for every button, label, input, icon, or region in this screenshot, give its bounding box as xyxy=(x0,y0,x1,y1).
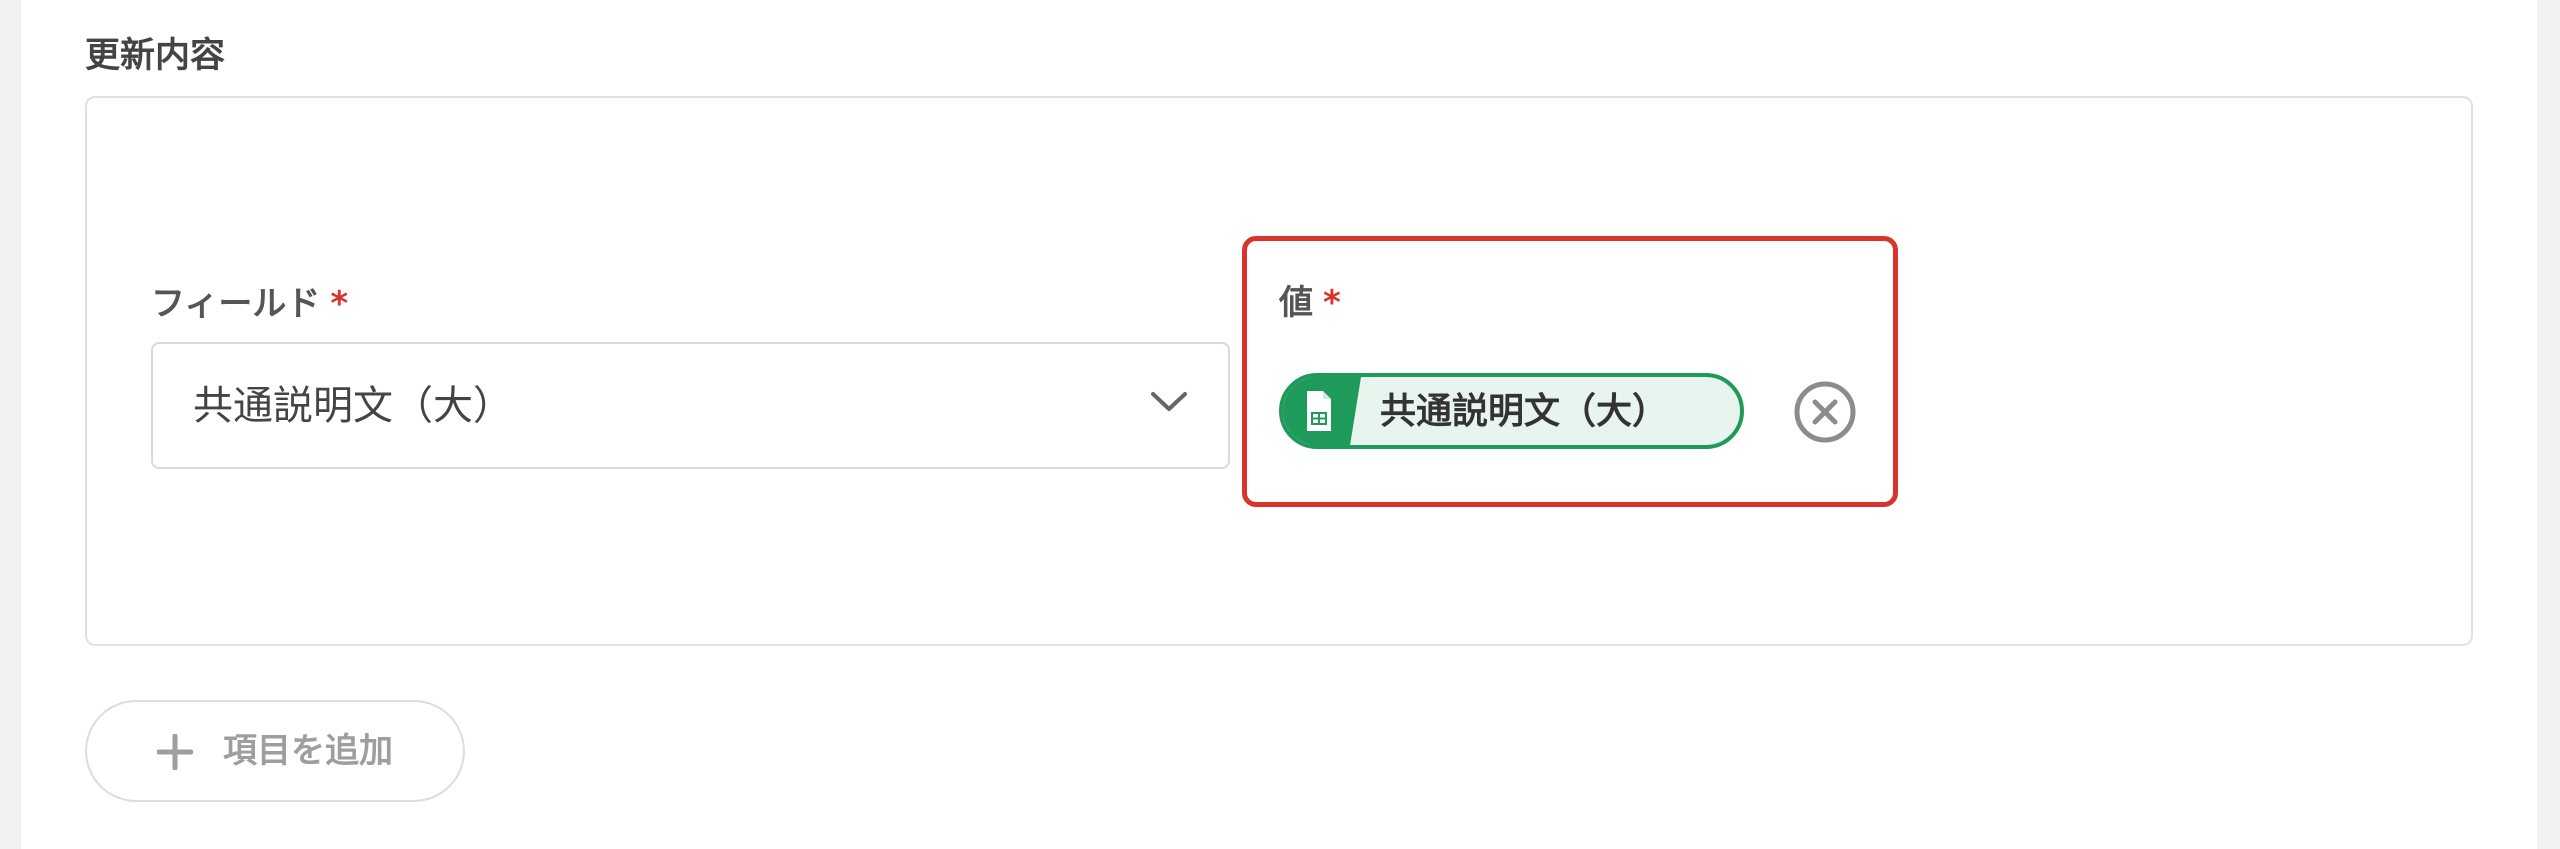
plus-icon xyxy=(157,734,193,770)
field-label-text: フィールド xyxy=(151,284,321,324)
field-label: フィールド * xyxy=(151,282,348,326)
value-label-text: 値 xyxy=(1279,283,1313,323)
value-field-chip[interactable]: 共通説明文（大） xyxy=(1279,373,1744,449)
add-item-label: 項目を追加 xyxy=(223,731,393,771)
add-item-button[interactable]: 項目を追加 xyxy=(85,700,465,802)
value-label: 値 * xyxy=(1279,281,1341,325)
field-select-value: 共通説明文（大） xyxy=(193,383,513,429)
clear-value-button[interactable] xyxy=(1793,380,1857,444)
chevron-down-icon xyxy=(1151,392,1187,411)
spreadsheet-icon xyxy=(1307,391,1331,431)
value-chip-label: 共通説明文（大） xyxy=(1380,391,1669,432)
chip-icon-area xyxy=(1283,377,1361,445)
section-title: 更新内容 xyxy=(85,36,226,76)
clear-circle-icon xyxy=(1794,381,1856,443)
field-select[interactable]: 共通説明文（大） xyxy=(151,342,1230,469)
field-required-mark: * xyxy=(330,284,349,324)
value-highlight-frame xyxy=(1242,236,1898,507)
value-required-mark: * xyxy=(1323,283,1341,323)
